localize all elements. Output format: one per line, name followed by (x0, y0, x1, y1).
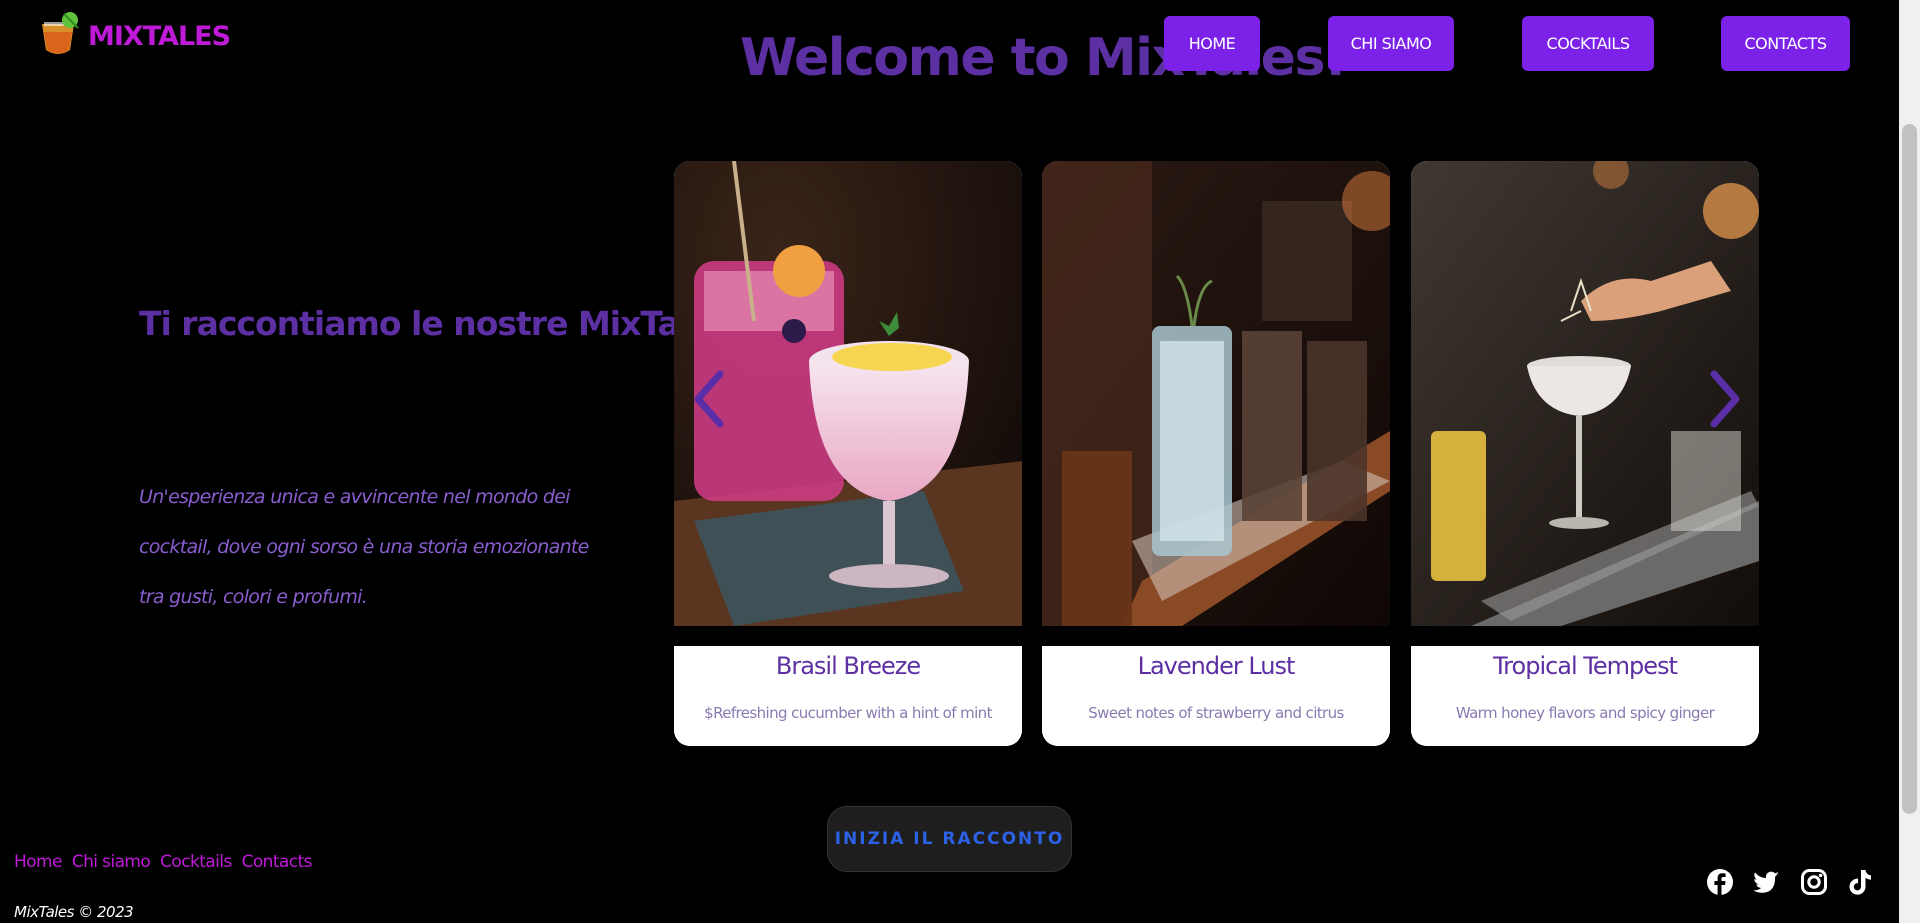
nav-home-button[interactable]: HOME (1164, 16, 1260, 71)
card-spacer (674, 626, 1022, 646)
card-spacer (1411, 626, 1759, 646)
card-title: Lavender Lust (1137, 652, 1296, 680)
card-subtitle: Warm honey flavors and spicy ginger (1455, 704, 1715, 722)
card-body: Lavender Lust Sweet notes of strawberry … (1042, 646, 1390, 746)
hero-tagline: Ti raccontiamo le nostre MixTales (139, 304, 730, 343)
card-title: Tropical Tempest (1493, 652, 1678, 680)
card-spacer (1042, 626, 1390, 646)
hero-description: Un'esperienza unica e avvincente nel mon… (139, 486, 589, 608)
cocktail-image-lavender-lust (1042, 161, 1390, 626)
scrollbar-thumb[interactable] (1902, 124, 1917, 814)
site-logo[interactable]: MIXTALES (34, 10, 231, 62)
footer-link-home[interactable]: Home (14, 852, 62, 872)
chevron-right-icon[interactable] (1706, 368, 1746, 430)
twitter-icon[interactable] (1752, 868, 1780, 896)
tiktok-icon[interactable] (1846, 868, 1874, 896)
nav-contacts-button[interactable]: CONTACTS (1721, 16, 1850, 71)
nav-cocktails-button[interactable]: COCKTAILS (1522, 16, 1654, 71)
copyright: MixTales © 2023 (14, 903, 134, 921)
footer-link-chi-siamo[interactable]: Chi siamo (72, 852, 151, 872)
facebook-icon[interactable] (1706, 868, 1734, 896)
start-story-button[interactable]: INIZIA IL RACCONTO (827, 806, 1072, 872)
logo-text: MIXTALES (88, 20, 231, 52)
cocktail-glass-icon (34, 10, 82, 62)
footer-nav: Home Chi siamo Cocktails Contacts (14, 852, 312, 872)
nav-chi-siamo-button[interactable]: CHI SIAMO (1328, 16, 1454, 71)
cocktail-card[interactable]: Tropical Tempest Warm honey flavors and … (1411, 161, 1759, 746)
card-title: Brasil Breeze (775, 652, 921, 680)
card-body: Brasil Breeze $Refreshing cucumber with … (674, 646, 1022, 746)
page-scrollbar[interactable] (1899, 0, 1920, 923)
cocktail-card[interactable]: Brasil Breeze $Refreshing cucumber with … (674, 161, 1022, 746)
chevron-left-icon[interactable] (688, 368, 728, 430)
card-subtitle: $Refreshing cucumber with a hint of mint (704, 704, 992, 722)
footer-link-contacts[interactable]: Contacts (242, 852, 313, 872)
footer-link-cocktails[interactable]: Cocktails (160, 852, 232, 872)
instagram-icon[interactable] (1800, 868, 1828, 896)
cocktail-card[interactable]: Lavender Lust Sweet notes of strawberry … (1042, 161, 1390, 746)
card-subtitle: Sweet notes of strawberry and citrus (1088, 704, 1344, 722)
card-body: Tropical Tempest Warm honey flavors and … (1411, 646, 1759, 746)
